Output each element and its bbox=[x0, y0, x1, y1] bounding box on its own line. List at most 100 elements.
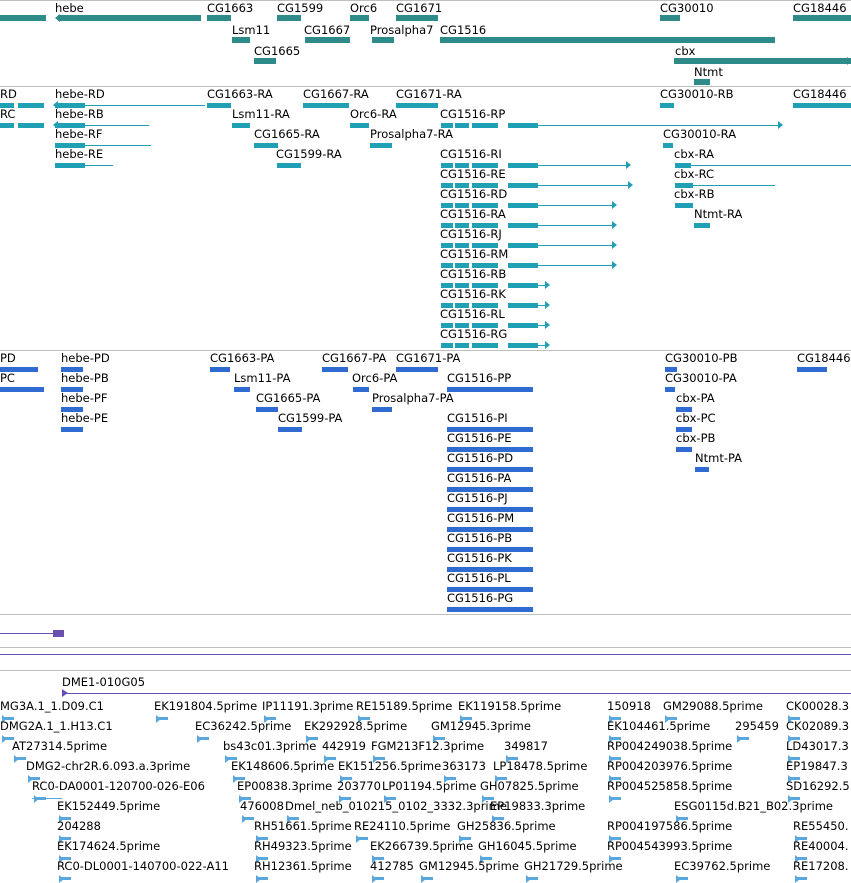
protein-label[interactable]: CG1516-PJ bbox=[447, 492, 508, 505]
transcript-label[interactable]: cbx-RC bbox=[674, 168, 714, 181]
est-label[interactable]: 150918 bbox=[607, 700, 651, 713]
transcript-label[interactable]: CG1516-RM bbox=[440, 248, 508, 261]
transcript-label[interactable]: CG1516-RJ bbox=[440, 228, 502, 241]
alignment-block[interactable] bbox=[53, 630, 64, 637]
est-label[interactable]: RC0-DL0001-140700-022-A11 bbox=[57, 860, 229, 873]
protein-label[interactable]: CG1516-PP bbox=[447, 372, 511, 385]
transcript-exon[interactable] bbox=[508, 323, 538, 328]
transcript-exon[interactable] bbox=[508, 283, 538, 288]
transcript-exon[interactable] bbox=[508, 303, 538, 308]
protein-label[interactable]: hebe-PF bbox=[61, 392, 107, 405]
gene-track[interactable]: hebe CG1663 CG1599 Orc6 CG1671 CG30010 CG18446… bbox=[0, 1, 851, 86]
protein-block[interactable] bbox=[797, 367, 827, 372]
protein-label[interactable]: hebe-PD bbox=[61, 352, 110, 365]
est-label[interactable]: LP18478.5prime bbox=[493, 760, 587, 773]
transcript-exon[interactable] bbox=[660, 103, 674, 108]
gene-label[interactable]: Prosalpha7 bbox=[370, 24, 433, 37]
transcript-label[interactable]: CG30010-RA bbox=[663, 128, 736, 141]
est-label[interactable]: RH12361.5prime bbox=[254, 860, 352, 873]
transcript-exon[interactable] bbox=[18, 123, 44, 128]
gene-feature[interactable] bbox=[277, 15, 301, 21]
gene-label[interactable]: CG1599 bbox=[277, 2, 323, 15]
gene-label[interactable]: CG30010 bbox=[660, 2, 714, 15]
est-label[interactable]: RE24110.5prime bbox=[354, 820, 450, 833]
transcript-exon[interactable] bbox=[277, 163, 301, 168]
est-label[interactable]: bs43c01.3prime bbox=[223, 740, 316, 753]
protein-label[interactable]: CG1665-PA bbox=[256, 392, 320, 405]
protein-block[interactable] bbox=[322, 367, 348, 372]
transcript-label[interactable]: CG18446 bbox=[793, 88, 847, 101]
protein-label[interactable]: CG1516-PL bbox=[447, 572, 511, 585]
est-label[interactable]: GM29088.5prime bbox=[663, 700, 763, 713]
protein-label[interactable]: cbx-PC bbox=[676, 412, 716, 425]
protein-block[interactable] bbox=[278, 427, 302, 432]
transcript-label[interactable]: RC bbox=[0, 108, 15, 121]
transcript-label[interactable]: cbx-RA bbox=[674, 148, 714, 161]
est-label[interactable]: EK266739.5prime bbox=[370, 840, 473, 853]
transcript-exon[interactable] bbox=[694, 223, 710, 228]
protein-label[interactable]: CG1516-PI bbox=[447, 412, 508, 425]
gene-label[interactable]: CG1667 bbox=[304, 24, 350, 37]
protein-label[interactable]: CG1516-PA bbox=[447, 472, 511, 485]
protein-label[interactable]: CG18446 bbox=[797, 352, 851, 365]
est-feature[interactable] bbox=[356, 837, 368, 840]
protein-label[interactable]: CG1599-PA bbox=[278, 412, 342, 425]
protein-track[interactable]: PD hebe-PD CG1663-PA CG1667-PA CG1671-PA CG30… bbox=[0, 351, 851, 614]
est-feature[interactable] bbox=[609, 797, 621, 800]
est-label[interactable]: GH16045.5prime bbox=[478, 840, 577, 853]
transcript-exon[interactable] bbox=[455, 343, 469, 348]
est-label[interactable]: 476008 bbox=[240, 800, 284, 813]
protein-label[interactable]: CG1516-PG bbox=[447, 592, 513, 605]
est-label[interactable]: 442919 bbox=[322, 740, 366, 753]
est-label[interactable]: EP00838.3prime bbox=[237, 780, 332, 793]
gene-label[interactable]: Lsm11 bbox=[232, 24, 270, 37]
transcript-exon[interactable] bbox=[663, 143, 673, 148]
transcript-label[interactable]: CG1516-RL bbox=[440, 308, 505, 321]
est-label[interactable]: 203770 bbox=[337, 780, 381, 793]
transcript-exon[interactable] bbox=[508, 203, 538, 208]
est-feature[interactable] bbox=[59, 877, 71, 880]
est-label[interactable]: IP11191.3prime bbox=[262, 700, 353, 713]
gene-feature[interactable] bbox=[694, 79, 710, 85]
est-feature[interactable] bbox=[197, 737, 209, 740]
transcript-exon[interactable] bbox=[370, 143, 392, 148]
est-label[interactable]: RP004525858.5prime bbox=[607, 780, 732, 793]
alignment-track[interactable] bbox=[0, 615, 851, 647]
est-label[interactable]: EC39762.5prime bbox=[674, 860, 770, 873]
est-label[interactable]: GM12945.3prime bbox=[431, 720, 531, 733]
est-label[interactable]: MG3A.1_1.D09.C1 bbox=[0, 700, 104, 713]
transcript-label[interactable]: CG1516-RP bbox=[440, 108, 505, 121]
est-label[interactable]: 204288 bbox=[57, 820, 101, 833]
gene-label[interactable]: CG18446 bbox=[793, 2, 847, 15]
transcript-label[interactable]: CG1516-RB bbox=[440, 268, 506, 281]
gene-feature[interactable] bbox=[0, 15, 46, 21]
est-feature[interactable] bbox=[421, 877, 433, 880]
transcript-label[interactable]: hebe-RF bbox=[55, 128, 103, 141]
protein-block[interactable] bbox=[447, 607, 533, 612]
transcript-exon[interactable] bbox=[508, 263, 538, 268]
gene-label[interactable]: Ntmt bbox=[694, 66, 723, 79]
transcript-exon[interactable] bbox=[508, 343, 538, 348]
transcript-label[interactable]: CG1663-RA bbox=[207, 88, 273, 101]
gene-label[interactable]: CG1663 bbox=[207, 2, 253, 15]
est-label[interactable]: RP004203976.5prime bbox=[607, 760, 732, 773]
protein-label[interactable]: Orc6-PA bbox=[352, 372, 397, 385]
gene-label[interactable]: CG1671 bbox=[396, 2, 442, 15]
gene-label[interactable]: CG1516 bbox=[440, 24, 486, 37]
est-label[interactable]: EP19833.3prime bbox=[490, 800, 585, 813]
transcript-label[interactable]: hebe-RD bbox=[55, 88, 105, 101]
transcript-exon[interactable] bbox=[455, 123, 469, 128]
transcript-exon[interactable] bbox=[18, 103, 44, 108]
transcript-label[interactable]: RD bbox=[0, 88, 17, 101]
protein-label[interactable]: CG1516-PK bbox=[447, 552, 512, 565]
est-label[interactable]: EK152449.5prime bbox=[57, 800, 160, 813]
protein-label[interactable]: CG1516-PB bbox=[447, 532, 512, 545]
gene-feature[interactable] bbox=[372, 37, 394, 43]
transcript-label[interactable]: Ntmt-RA bbox=[694, 208, 742, 221]
protein-label[interactable]: cbx-PA bbox=[676, 392, 715, 405]
gene-feature[interactable] bbox=[232, 37, 250, 43]
est-label[interactable]: RE17208. bbox=[793, 860, 849, 873]
est-label[interactable]: RE15189.5prime bbox=[356, 700, 452, 713]
est-feature[interactable] bbox=[256, 877, 268, 880]
transcript-exon[interactable] bbox=[350, 123, 369, 128]
